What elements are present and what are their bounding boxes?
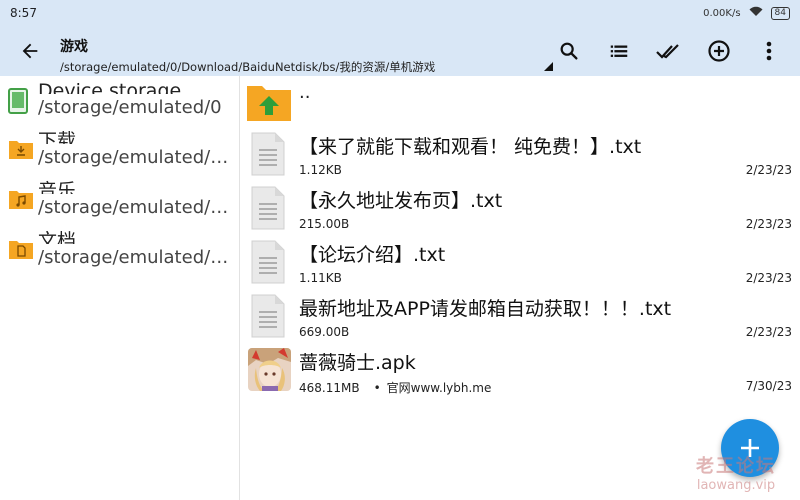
file-name: 【来了就能下载和观看！ 纯免费！】.txt [299, 136, 642, 158]
file-info: 468.11MB • 官网www.lybh.me [299, 379, 491, 396]
parent-folder-label: .. [299, 82, 311, 103]
file-name: 最新地址及APP请发邮箱自动获取！！！.txt [299, 298, 672, 320]
app-bar: 游戏 /storage/emulated/0/Download/BaiduNet… [0, 26, 800, 76]
file-size: 1.12KB [299, 163, 342, 177]
page-title: 游戏 [60, 39, 88, 55]
network-speed: 0.00K/s [703, 7, 741, 19]
file-date: 2/23/23 [745, 271, 792, 285]
more-vert-icon[interactable] [744, 26, 794, 76]
apk-thumbnail-icon [248, 348, 291, 391]
file-date: 2/23/23 [745, 325, 792, 339]
file-name: 【永久地址发布页】.txt [299, 190, 503, 212]
file-row[interactable]: 最新地址及APP请发邮箱自动获取！！！.txt 669.00B 2/23/23 [241, 292, 800, 346]
sidebar: Device storage /storage/emulated/0 下载 /s… [0, 76, 240, 500]
parent-folder-row[interactable]: .. [241, 76, 800, 130]
separator-dot: • [373, 381, 381, 395]
status-time: 8:57 [10, 6, 37, 20]
file-size: 669.00B [299, 325, 350, 339]
path-dropdown-icon[interactable] [544, 62, 553, 71]
file-row[interactable]: 【来了就能下载和观看！ 纯免费！】.txt 1.12KB 2/23/23 [241, 130, 800, 184]
document-folder-icon [8, 238, 34, 264]
sidebar-item-path: /storage/emulated/0 [38, 97, 222, 118]
arrow-back-icon[interactable] [0, 26, 60, 76]
music-folder-icon [8, 188, 34, 214]
file-size: 468.11MB [299, 381, 360, 395]
toolbar-actions [544, 26, 794, 76]
status-bar: 8:57 0.00K/s 84 [0, 0, 800, 26]
file-row[interactable]: 【论坛介绍】.txt 1.11KB 2/23/23 [241, 238, 800, 292]
file-date: 2/23/23 [745, 217, 792, 231]
file-name: 蔷薇骑士.apk [299, 352, 416, 374]
file-date: 2/23/23 [745, 163, 792, 177]
sidebar-item-path: /storage/emulated/0/Documents [38, 247, 236, 268]
file-note: 官网www.lybh.me [386, 381, 492, 395]
sidebar-item-documents[interactable]: 文档 /storage/emulated/0/Documents [0, 226, 239, 276]
wifi-icon [749, 6, 763, 20]
file-size: 215.00B [299, 217, 350, 231]
sidebar-item-download[interactable]: 下载 /storage/emulated/0/Download [0, 126, 239, 176]
file-list: .. 【来了就能下载和观看！ 纯免费！】.txt 1.12KB 2/23/23 … [241, 76, 800, 500]
phone-storage-icon [8, 88, 28, 118]
add-circle-icon[interactable] [694, 26, 744, 76]
text-file-icon [251, 186, 285, 234]
breadcrumb[interactable]: /storage/emulated/0/Download/BaiduNetdis… [60, 59, 544, 75]
watermark-title: 老王论坛 [696, 456, 776, 477]
list-view-icon[interactable] [594, 26, 644, 76]
sidebar-item-label: 音乐 [38, 180, 77, 194]
watermark-url: laowang.vip [696, 478, 776, 493]
title-area: 游戏 /storage/emulated/0/Download/BaiduNet… [60, 26, 553, 76]
file-name: 【论坛介绍】.txt [299, 244, 446, 266]
sidebar-item-device-storage[interactable]: Device storage /storage/emulated/0 [0, 76, 239, 126]
text-file-icon [251, 294, 285, 342]
sidebar-item-label: 文档 [38, 230, 77, 244]
sidebar-item-music[interactable]: 音乐 /storage/emulated/0/Music [0, 176, 239, 226]
file-size: 1.11KB [299, 271, 342, 285]
status-right: 0.00K/s 84 [703, 6, 790, 20]
apk-file-row[interactable]: 蔷薇骑士.apk 468.11MB • 官网www.lybh.me 7/30/23 [241, 346, 800, 400]
file-date: 7/30/23 [745, 379, 792, 393]
file-row[interactable]: 【永久地址发布页】.txt 215.00B 2/23/23 [241, 184, 800, 238]
sidebar-item-path: /storage/emulated/0/Download [38, 147, 236, 168]
text-file-icon [251, 240, 285, 288]
watermark: 老王论坛 laowang.vip [676, 452, 796, 493]
battery-icon: 84 [770, 6, 790, 20]
folder-up-icon [246, 82, 292, 126]
download-folder-icon [8, 138, 34, 164]
select-all-icon[interactable] [644, 26, 694, 76]
sidebar-item-label: 下载 [38, 130, 77, 144]
text-file-icon [251, 132, 285, 180]
sidebar-item-path: /storage/emulated/0/Music [38, 197, 236, 218]
sidebar-item-label: Device storage [38, 80, 182, 94]
